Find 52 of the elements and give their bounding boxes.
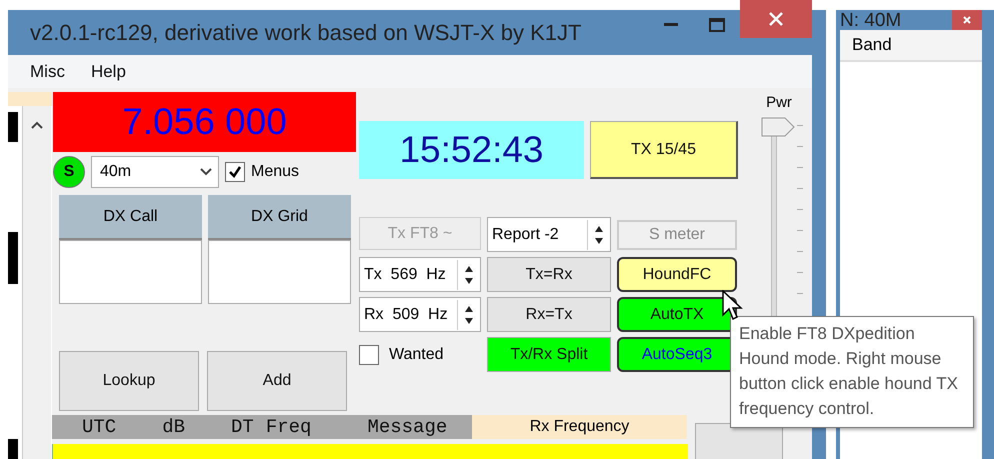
split-button[interactable]: Tx/Rx Split <box>487 337 611 372</box>
text-fragment <box>8 439 18 459</box>
report-spinbox[interactable]: Report -2 <box>487 217 611 252</box>
scrollbar[interactable] <box>22 106 51 459</box>
close-icon <box>963 16 971 24</box>
maximize-icon <box>709 18 725 32</box>
action-button[interactable]: Lookup <box>59 351 199 411</box>
status-indicator: S <box>53 156 85 188</box>
input-field[interactable] <box>59 240 202 304</box>
column-header: Rx Frequency <box>472 415 687 439</box>
tx-frequency-spinbox[interactable]: Tx 569 Hz <box>359 257 481 292</box>
text-fragment <box>8 112 18 142</box>
column-header: Message <box>367 416 448 438</box>
menus-checkbox[interactable] <box>225 162 245 182</box>
close-icon <box>768 11 784 27</box>
s-meter: S meter <box>617 220 737 250</box>
field-header: DX Call <box>59 195 202 240</box>
frequency-display: 7.056 000 <box>53 92 356 152</box>
column-header: Freq <box>266 416 312 438</box>
toggle-button[interactable]: HoundFC <box>617 257 737 292</box>
rx-frequency-spinbox[interactable]: Rx 509 Hz <box>359 297 481 332</box>
slider-thumb[interactable] <box>761 117 795 137</box>
column-header: Band <box>840 30 982 62</box>
text-fragment <box>8 232 18 284</box>
tx-rx-button[interactable]: Tx=Rx <box>487 257 611 292</box>
tx-period-button[interactable]: TX 15/45 <box>590 121 738 179</box>
field-header: DX Grid <box>208 195 351 240</box>
cursor-icon <box>722 290 744 322</box>
checkbox-label: Menus <box>251 163 300 181</box>
column-header: DT <box>231 416 254 438</box>
minimize-icon <box>664 23 678 27</box>
checkbox-label: Wanted <box>389 346 444 364</box>
column-header: dB <box>162 416 186 438</box>
caret-up-icon[interactable] <box>30 120 44 130</box>
clock-display: 15:52:43 <box>359 121 584 179</box>
toggle-button[interactable]: AutoTX <box>617 297 737 332</box>
window-title: v2.0.1-rc129, derivative work based on WSJT-X by K1JT <box>29 20 582 46</box>
column-header: UTC <box>82 416 116 438</box>
pane-header <box>8 92 52 106</box>
rx-tx-button[interactable]: Rx=Tx <box>487 297 611 332</box>
menu-item[interactable]: Misc <box>30 62 65 82</box>
band-dropdown[interactable]: 40m <box>91 156 219 188</box>
wanted-checkbox[interactable] <box>359 344 379 364</box>
input-field[interactable] <box>208 240 351 304</box>
close-button[interactable] <box>952 10 982 30</box>
menu-item[interactable]: Help <box>90 62 126 82</box>
close-button[interactable] <box>740 0 812 38</box>
tooltip: Enable FT8 DXpedition Hound mode. Right mouse button click enable hound TX frequency control. <box>730 316 974 428</box>
window-title: N: 40M <box>840 10 902 32</box>
power-label: Pwr <box>766 94 792 111</box>
chevron-down-icon <box>200 168 212 176</box>
action-button[interactable]: Add <box>207 351 347 411</box>
